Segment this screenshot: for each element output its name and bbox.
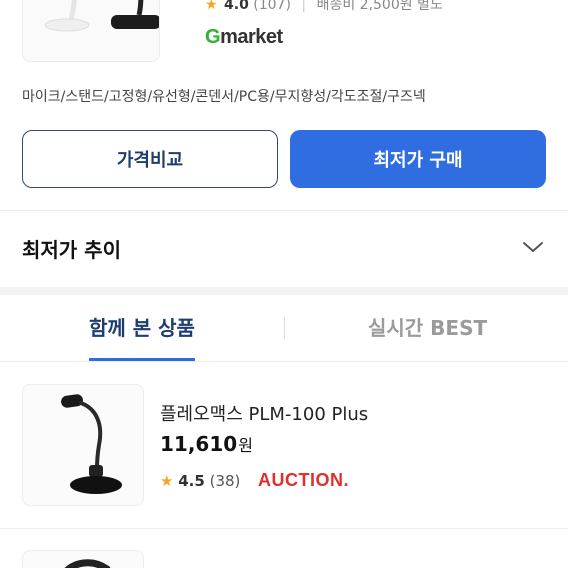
gmarket-logo[interactable]: Gmarket xyxy=(205,26,283,49)
shipping-fee: 배송비 2,500원 별도 xyxy=(316,0,443,13)
product-price: 11,610원 xyxy=(160,432,253,456)
microphone-image xyxy=(64,559,111,568)
microphone-image xyxy=(44,0,159,32)
star-icon: ★ xyxy=(160,472,174,490)
rating-value: 4.0 xyxy=(224,0,249,13)
top-product-image[interactable] xyxy=(22,0,160,62)
meta-divider: | xyxy=(301,0,307,13)
compare-price-button[interactable]: 가격비교 xyxy=(22,130,278,188)
product-rating: ★ 4.5 (38) xyxy=(160,472,241,490)
product-image[interactable] xyxy=(22,384,144,506)
tab-viewed-together[interactable]: 함께 본 상품 xyxy=(89,312,195,341)
auction-logo[interactable]: AUCTION. xyxy=(258,470,349,491)
top-product-meta: ★ 4.0 (107) | 배송비 2,500원 별도 xyxy=(205,0,443,14)
product-name[interactable]: 플레오맥스 PLM-100 Plus xyxy=(160,400,368,426)
product-tags: 마이크/스탠드/고정형/유선형/콘덴서/PC용/무지향성/각도조절/구즈넥 xyxy=(22,89,426,105)
price-trend-title: 최저가 추이 xyxy=(22,238,121,262)
tab-realtime-best[interactable]: 실시간 BEST xyxy=(368,312,487,341)
tab-bar-divider xyxy=(0,361,568,362)
review-count: (38) xyxy=(209,472,241,490)
buy-lowest-price-button[interactable]: 최저가 구매 xyxy=(290,130,546,188)
section-divider xyxy=(0,210,568,211)
next-product-image[interactable] xyxy=(22,550,144,568)
chevron-down-icon[interactable] xyxy=(522,240,544,254)
tab-divider xyxy=(284,317,285,339)
item-divider xyxy=(0,528,568,529)
gooseneck-mic-image xyxy=(61,394,122,494)
section-spacer xyxy=(0,287,568,295)
review-count: (107) xyxy=(253,0,291,13)
star-icon: ★ xyxy=(205,0,218,13)
top-product-card[interactable]: ★ 4.0 (107) | 배송비 2,500원 별도 Gmarket xyxy=(0,0,568,70)
